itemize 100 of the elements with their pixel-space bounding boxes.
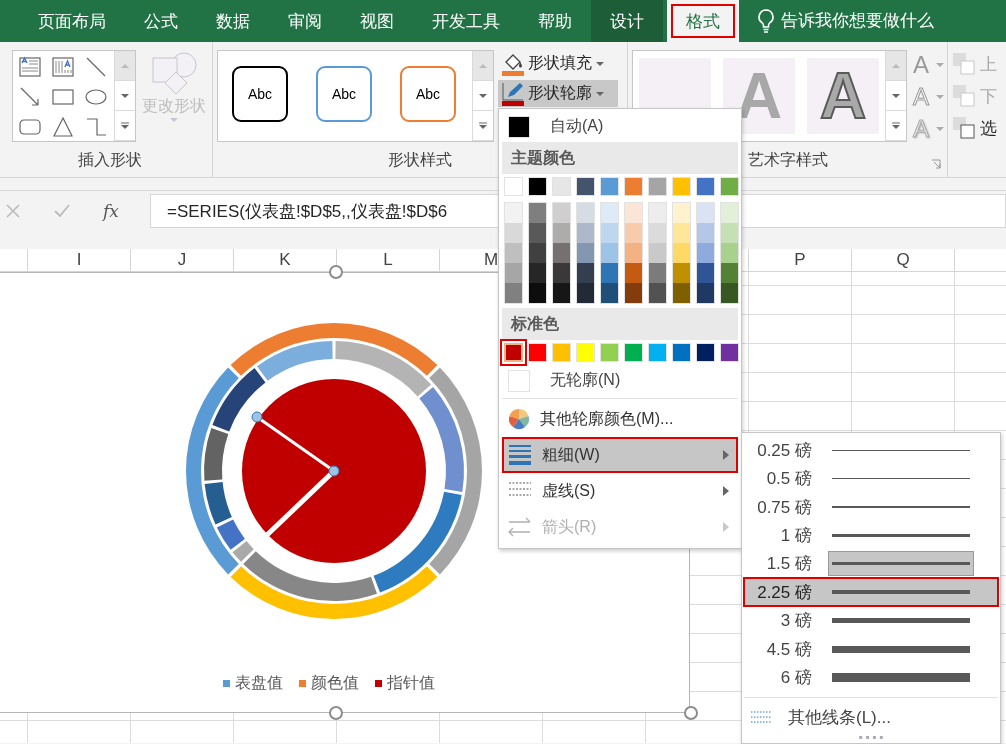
- resize-grip-icon[interactable]: [858, 736, 884, 740]
- color-swatch[interactable]: [601, 283, 618, 303]
- color-swatch[interactable]: [697, 223, 714, 243]
- line-weight-item[interactable]: 4.5 磅: [744, 634, 998, 664]
- ribbon-tab[interactable]: 视图: [341, 0, 413, 42]
- menu-item[interactable]: 粗细(W): [502, 437, 738, 473]
- color-swatch[interactable]: [625, 203, 642, 223]
- shape-fill-button[interactable]: 形状填充: [498, 50, 618, 77]
- color-swatch[interactable]: [505, 203, 522, 223]
- color-swatch[interactable]: [577, 223, 594, 243]
- connector-icon[interactable]: [85, 116, 107, 138]
- color-swatch[interactable]: [529, 203, 546, 223]
- color-swatch[interactable]: [576, 343, 595, 362]
- style-preset[interactable]: Abc: [400, 66, 456, 122]
- color-swatch[interactable]: [600, 343, 619, 362]
- column-header[interactable]: I: [28, 249, 131, 271]
- color-swatch[interactable]: [625, 243, 642, 263]
- color-swatch[interactable]: [673, 203, 690, 223]
- ribbon-tab[interactable]: 帮助: [519, 0, 591, 42]
- ribbon-tab[interactable]: 公式: [125, 0, 197, 42]
- color-swatch[interactable]: [552, 343, 571, 362]
- color-swatch[interactable]: [696, 177, 715, 196]
- line-weight-item[interactable]: 3 磅: [744, 606, 998, 635]
- color-swatch[interactable]: [577, 263, 594, 283]
- color-swatch[interactable]: [697, 283, 714, 303]
- color-swatch[interactable]: [672, 343, 691, 362]
- scroll-up-button[interactable]: [886, 51, 906, 81]
- tell-me-field[interactable]: 告诉我你想要做什么: [781, 11, 961, 31]
- color-swatch[interactable]: [648, 177, 667, 196]
- ribbon-tab[interactable]: 开发工具: [413, 0, 519, 42]
- scroll-up-button[interactable]: [115, 51, 135, 81]
- line-weight-item[interactable]: 6 磅: [744, 663, 998, 692]
- color-swatch[interactable]: [577, 203, 594, 223]
- point-handle[interactable]: [251, 411, 263, 423]
- cancel-icon[interactable]: [5, 203, 21, 219]
- resize-handle[interactable]: [329, 706, 343, 720]
- color-swatch[interactable]: [649, 263, 666, 283]
- line-weight-item[interactable]: 0.25 磅: [744, 436, 998, 465]
- triangle-icon[interactable]: [52, 116, 74, 138]
- ribbon-tab[interactable]: 格式: [667, 0, 739, 42]
- color-swatch[interactable]: [672, 177, 691, 196]
- color-swatch[interactable]: [529, 283, 546, 303]
- color-swatch[interactable]: [505, 283, 522, 303]
- enter-icon[interactable]: [53, 203, 71, 219]
- column-header[interactable]: P: [749, 249, 852, 271]
- color-swatch[interactable]: [601, 223, 618, 243]
- color-swatch[interactable]: [552, 177, 571, 196]
- color-swatch[interactable]: [697, 203, 714, 223]
- color-swatch[interactable]: [721, 243, 738, 263]
- column-header[interactable]: J: [131, 249, 234, 271]
- ribbon-tab[interactable]: 设计: [591, 0, 663, 42]
- color-swatch[interactable]: [720, 343, 739, 362]
- color-swatch[interactable]: [577, 243, 594, 263]
- color-swatch[interactable]: [529, 223, 546, 243]
- color-swatch[interactable]: [648, 343, 667, 362]
- color-swatch[interactable]: [721, 203, 738, 223]
- arrow-icon[interactable]: [19, 86, 41, 108]
- line-weight-item[interactable]: 0.75 磅: [744, 492, 998, 522]
- color-swatch[interactable]: [529, 243, 546, 263]
- line-weight-item[interactable]: 2.25 磅: [744, 578, 998, 607]
- color-swatch[interactable]: [505, 223, 522, 243]
- text-box-icon[interactable]: [19, 56, 41, 78]
- shape-outline-button[interactable]: 形状轮廓: [498, 80, 618, 107]
- resize-handle[interactable]: [684, 706, 698, 720]
- color-swatch[interactable]: [649, 203, 666, 223]
- rounded-rectangle-icon[interactable]: [19, 116, 41, 138]
- color-swatch[interactable]: [721, 223, 738, 243]
- color-swatch[interactable]: [553, 223, 570, 243]
- resize-handle[interactable]: [329, 265, 343, 279]
- line-weight-item[interactable]: 0.5 磅: [744, 464, 998, 493]
- color-swatch[interactable]: [505, 263, 522, 283]
- color-swatch[interactable]: [553, 203, 570, 223]
- color-swatch[interactable]: [649, 223, 666, 243]
- color-swatch[interactable]: [673, 283, 690, 303]
- column-header[interactable]: Q: [852, 249, 955, 271]
- color-swatch[interactable]: [577, 283, 594, 303]
- style-preset[interactable]: Abc: [316, 66, 372, 122]
- color-swatch[interactable]: [697, 263, 714, 283]
- line-weight-item[interactable]: 1 磅: [744, 521, 998, 550]
- arrange-button[interactable]: 选: [952, 114, 997, 142]
- color-swatch[interactable]: [673, 263, 690, 283]
- color-swatch[interactable]: [576, 177, 595, 196]
- insert-function-button[interactable]: fx: [103, 201, 119, 221]
- vertical-text-box-icon[interactable]: [52, 56, 74, 78]
- color-swatch[interactable]: [625, 263, 642, 283]
- color-swatch[interactable]: [697, 243, 714, 263]
- rectangle-icon[interactable]: [52, 86, 74, 108]
- ribbon-tab[interactable]: 页面布局: [19, 0, 125, 42]
- style-preset[interactable]: Abc: [232, 66, 288, 122]
- ribbon-tab[interactable]: 数据: [197, 0, 269, 42]
- color-swatch[interactable]: [528, 343, 547, 362]
- scroll-up-button[interactable]: [473, 51, 493, 81]
- color-swatch[interactable]: [720, 177, 739, 196]
- color-swatch[interactable]: [553, 283, 570, 303]
- more-lines-item[interactable]: 其他线条(L)...: [744, 702, 998, 733]
- color-swatch[interactable]: [721, 283, 738, 303]
- color-swatch[interactable]: [601, 203, 618, 223]
- point-handle[interactable]: [328, 465, 340, 477]
- color-swatch[interactable]: [529, 263, 546, 283]
- line-icon[interactable]: [85, 56, 107, 78]
